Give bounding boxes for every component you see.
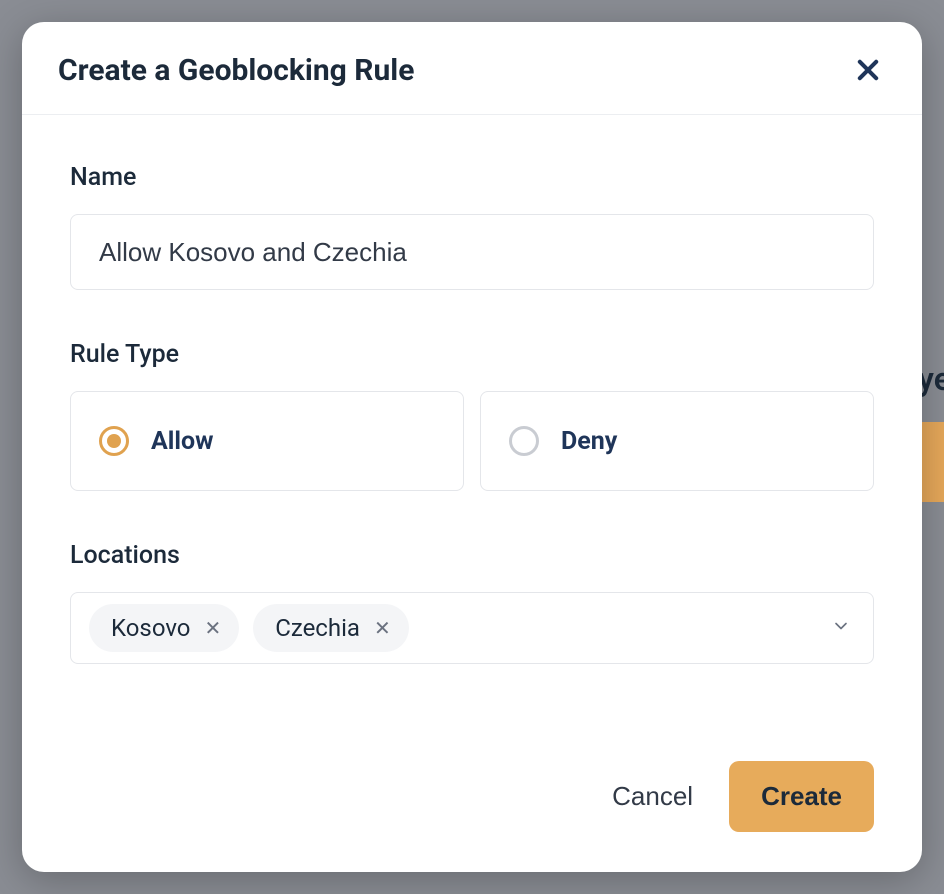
modal-title: Create a Geoblocking Rule [58,53,414,88]
location-chip: Czechia ✕ [253,604,409,652]
rule-type-deny-option[interactable]: Deny [480,391,874,491]
locations-multiselect[interactable]: Kosovo ✕ Czechia ✕ [70,592,874,664]
location-chip: Kosovo ✕ [89,604,239,652]
rule-type-allow-label: Allow [151,427,214,456]
rule-type-deny-label: Deny [561,427,617,456]
remove-chip-icon[interactable]: ✕ [204,618,221,638]
create-geoblocking-rule-modal: Create a Geoblocking Rule Name Rule Type… [22,22,922,872]
close-button[interactable] [850,52,886,88]
modal-body: Name Rule Type Allow Deny Locations [22,115,922,761]
name-input[interactable] [70,214,874,290]
name-label: Name [70,163,874,192]
modal-footer: Cancel Create [22,761,922,872]
locations-label: Locations [70,541,874,570]
create-button[interactable]: Create [729,761,874,832]
location-chip-label: Kosovo [111,614,190,642]
modal-header: Create a Geoblocking Rule [22,22,922,115]
location-chip-label: Czechia [275,614,360,642]
remove-chip-icon[interactable]: ✕ [374,618,391,638]
rule-type-allow-option[interactable]: Allow [70,391,464,491]
locations-field-group: Locations Kosovo ✕ Czechia ✕ [70,541,874,664]
rule-type-label: Rule Type [70,340,874,369]
radio-icon [99,426,129,456]
close-icon [854,56,882,84]
rule-type-field-group: Rule Type Allow Deny [70,340,874,491]
chevron-down-icon [831,616,851,640]
cancel-button[interactable]: Cancel [612,781,693,812]
name-field-group: Name [70,163,874,290]
radio-icon [509,426,539,456]
rule-type-options: Allow Deny [70,391,874,491]
radio-dot-icon [107,434,121,448]
